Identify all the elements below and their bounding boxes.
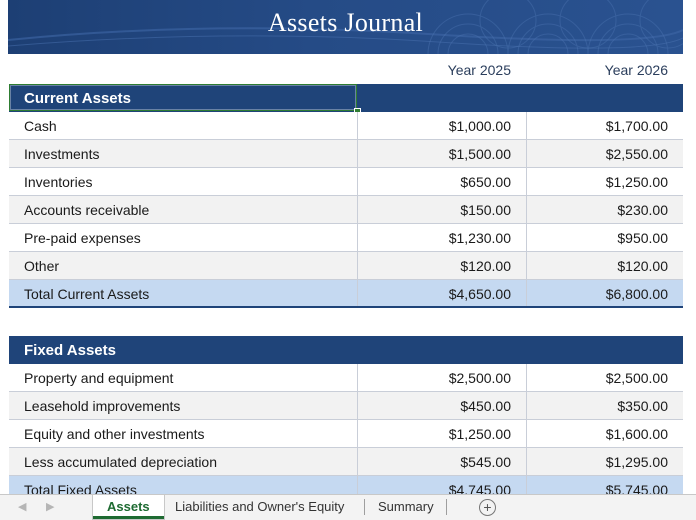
row-label: Other (24, 258, 60, 274)
triangle-right-icon[interactable]: ▶ (46, 500, 54, 513)
triangle-left-icon[interactable]: ◀ (18, 500, 26, 513)
sheet-tab-bar: ◀ ▶ Assets Liabilities and Owner's Equit… (0, 494, 696, 520)
table-row[interactable]: Leasehold improvements $450.00 $350.00 (9, 392, 683, 420)
plus-circle-icon[interactable]: + (479, 499, 496, 516)
row-label: Leasehold improvements (24, 398, 181, 414)
table-row[interactable]: Accounts receivable $150.00 $230.00 (9, 196, 683, 224)
value-2026: $1,295.00 (605, 454, 668, 470)
row-label: Inventories (24, 174, 93, 190)
value-2026: $350.00 (617, 398, 668, 414)
table-row[interactable]: Investments $1,500.00 $2,550.00 (9, 140, 683, 168)
table-row[interactable]: Property and equipment $2,500.00 $2,500.… (9, 364, 683, 392)
selected-cell[interactable] (9, 84, 357, 111)
value-2026: $2,550.00 (605, 146, 668, 162)
table-row[interactable]: Other $120.00 $120.00 (9, 252, 683, 280)
column-header-year-2026: Year 2026 (604, 62, 668, 78)
tab-separator (446, 499, 447, 515)
value-2026: $1,700.00 (605, 118, 668, 134)
total-row-current-assets[interactable]: Total Current Assets $4,650.00 $6,800.00 (9, 280, 683, 308)
total-2026: $6,800.00 (605, 286, 668, 302)
row-label: Investments (24, 146, 100, 162)
row-label: Property and equipment (24, 370, 174, 386)
row-label: Total Current Assets (24, 286, 150, 302)
value-2025: $545.00 (460, 454, 511, 470)
value-2025: $1,000.00 (448, 118, 511, 134)
page-title: Assets Journal (267, 8, 424, 37)
value-2025: $650.00 (460, 174, 511, 190)
table-row[interactable]: Pre-paid expenses $1,230.00 $950.00 (9, 224, 683, 252)
value-2026: $2,500.00 (605, 370, 668, 386)
value-2025: $1,230.00 (448, 230, 511, 246)
value-2025: $1,250.00 (448, 426, 511, 442)
value-2026: $120.00 (617, 258, 668, 274)
value-2026: $230.00 (617, 202, 668, 218)
section-title: Fixed Assets (24, 342, 116, 359)
value-2026: $950.00 (617, 230, 668, 246)
value-2026: $1,250.00 (605, 174, 668, 190)
table-row[interactable]: Equity and other investments $1,250.00 $… (9, 420, 683, 448)
column-header-year-2025: Year 2025 (447, 62, 511, 78)
value-2025: $120.00 (460, 258, 511, 274)
value-2025: $150.00 (460, 202, 511, 218)
row-label: Pre-paid expenses (24, 230, 141, 246)
row-label: Accounts receivable (24, 202, 150, 218)
tab-liabilities-and-owners-equity[interactable]: Liabilities and Owner's Equity (161, 495, 358, 519)
value-2025: $450.00 (460, 398, 511, 414)
table-row[interactable]: Less accumulated depreciation $545.00 $1… (9, 448, 683, 476)
value-2025: $2,500.00 (448, 370, 511, 386)
title-banner: Assets Journal (8, 0, 683, 54)
row-label: Equity and other investments (24, 426, 205, 442)
tab-summary[interactable]: Summary (364, 495, 448, 519)
row-label: Cash (24, 118, 57, 134)
table-row[interactable]: Cash $1,000.00 $1,700.00 (9, 112, 683, 140)
value-2026: $1,600.00 (605, 426, 668, 442)
section-header-fixed-assets[interactable]: Fixed Assets (9, 336, 683, 364)
table-row[interactable]: Inventories $650.00 $1,250.00 (9, 168, 683, 196)
row-label: Less accumulated depreciation (24, 454, 218, 470)
value-2025: $1,500.00 (448, 146, 511, 162)
total-2025: $4,650.00 (448, 286, 511, 302)
tab-assets[interactable]: Assets (93, 495, 164, 519)
